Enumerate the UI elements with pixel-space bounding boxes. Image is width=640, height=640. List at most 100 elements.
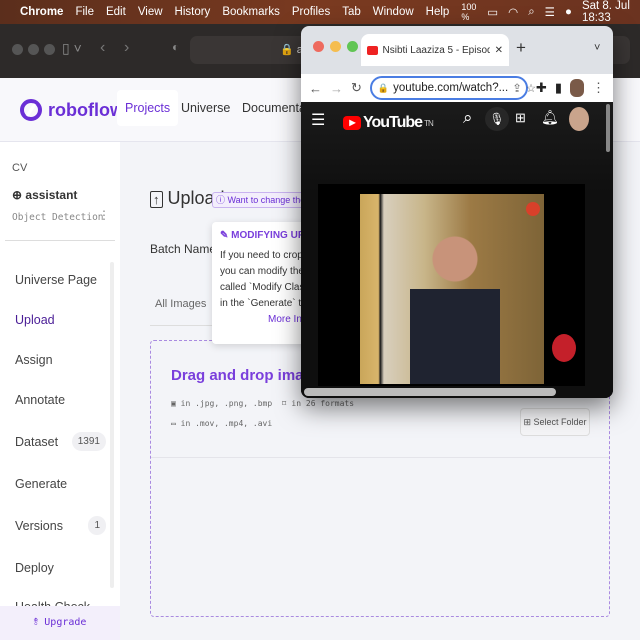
wifi-icon[interactable]: ◠ xyxy=(508,5,518,19)
sidebar-item-annotate[interactable]: Annotate xyxy=(15,393,65,407)
video-formats: ▭ in .mov, .mp4, .avi xyxy=(171,419,273,428)
tooltip-line: in the `Generate` tab. xyxy=(220,298,312,309)
menu-view[interactable]: View xyxy=(138,6,163,18)
search-icon[interactable]: ⌕ xyxy=(463,108,473,128)
menu-bookmarks[interactable]: Bookmarks xyxy=(222,6,280,18)
menu-app[interactable]: Chrome xyxy=(20,6,63,18)
sidebar-scrollbar[interactable] xyxy=(110,262,114,588)
country-code: TN xyxy=(424,118,434,128)
battery-icon[interactable]: ▭ xyxy=(487,5,498,19)
sidebar-toggle-icon[interactable]: ▯ ˅ xyxy=(62,40,82,57)
forward-icon[interactable]: → xyxy=(330,81,343,96)
person-figure xyxy=(410,229,500,384)
account-avatar[interactable] xyxy=(569,107,589,131)
project-menu-icon[interactable]: ⋮ xyxy=(98,208,110,222)
extensions-icon[interactable]: ✚ xyxy=(536,80,547,96)
all-images-label: All Images xyxy=(155,298,207,310)
nav-projects[interactable]: Projects xyxy=(117,90,179,126)
menu-window[interactable]: Window xyxy=(373,6,414,18)
microphone-icon[interactable]: 🎙 xyxy=(485,107,509,131)
logo-text: roboflow xyxy=(48,99,124,120)
dropzone-divider xyxy=(151,457,609,458)
share-icon[interactable]: ⇪ xyxy=(512,81,522,95)
batch-name-label: Batch Name: xyxy=(150,242,220,256)
video-frame xyxy=(360,194,576,384)
url-text: youtube.com/watch?... xyxy=(393,82,509,94)
youtube-play-icon: ▶ xyxy=(343,116,361,130)
dataset-count-badge: 1391 xyxy=(71,432,106,451)
upload-icon: ↑ xyxy=(150,191,163,208)
folder-icon: ⊞ xyxy=(523,417,534,427)
battery-percent: 100 % xyxy=(461,2,477,22)
tooltip-line: called `Modify Classes xyxy=(220,282,312,293)
youtube-page: ☰ ▶ YouTube TN ⌕ 🎙 ⊞ 🔔︎ xyxy=(301,102,613,398)
sidebar-item-dataset[interactable]: Dataset xyxy=(15,435,58,449)
sidebar-item-deploy[interactable]: Deploy xyxy=(15,561,54,575)
spotlight-icon[interactable]: ⌕ xyxy=(528,6,534,19)
side-panel-icon[interactable]: ▮ xyxy=(555,80,562,96)
hamburger-menu-icon[interactable]: ☰ xyxy=(311,110,325,130)
sidebar-item-universe-page[interactable]: Universe Page xyxy=(15,273,97,287)
upgrade-icon: ⥉ xyxy=(33,617,45,628)
menu-tab[interactable]: Tab xyxy=(342,6,361,18)
youtube-logo[interactable]: ▶ YouTube TN xyxy=(343,114,434,132)
versions-count-badge: 1 xyxy=(88,516,106,535)
channel-watermark-icon xyxy=(552,334,576,362)
globe-icon: ⊕ xyxy=(12,188,26,202)
create-video-icon[interactable]: ⊞ xyxy=(515,110,526,126)
roboflow-logo[interactable]: roboflow xyxy=(20,96,124,124)
sidebar-item-assign[interactable]: Assign xyxy=(15,353,53,367)
project-name-text: assistant xyxy=(25,188,78,202)
clock[interactable]: Sat 8. Jul 18:33 xyxy=(582,0,632,24)
back-icon[interactable]: ‹ xyxy=(100,39,105,57)
upgrade-button[interactable]: ⥉ Upgrade xyxy=(0,606,120,640)
page-scrollbar[interactable] xyxy=(606,104,610,152)
sidebar-item-generate[interactable]: Generate xyxy=(15,477,67,491)
more-info-link[interactable]: More Info xyxy=(268,312,310,328)
menu-profiles[interactable]: Profiles xyxy=(292,6,330,18)
close-tab-icon[interactable]: ✕ xyxy=(495,45,503,56)
sidebar: CV ⊕ assistant Object Detection ⋮ Univer… xyxy=(0,142,120,640)
select-folder-button[interactable]: ⊞ Select Folder xyxy=(520,408,590,436)
divider xyxy=(5,240,115,241)
zoom-window-button[interactable] xyxy=(347,41,358,52)
menu-file[interactable]: File xyxy=(75,6,94,18)
image-formats: ▣ in .jpg, .png, .bmp ⌑ in 26 formats xyxy=(171,399,355,408)
sidebar-item-versions[interactable]: Versions xyxy=(15,519,63,533)
chrome-tab-youtube[interactable]: Nsibti Laaziza 5 - Episode 9 عل ✕ xyxy=(361,34,509,66)
reload-icon[interactable]: ↻ xyxy=(351,80,362,96)
select-folder-label: Select Folder xyxy=(533,417,587,427)
new-tab-icon[interactable]: + xyxy=(516,38,526,58)
siri-icon[interactable]: ● xyxy=(565,6,572,18)
notifications-bell-icon[interactable]: 🔔︎ xyxy=(541,109,559,126)
control-center-icon[interactable]: ☰ xyxy=(545,5,555,19)
image-formats-text: in .jpg, .png, .bmp xyxy=(180,399,273,408)
tooltip-title: ✎ MODIFYING UPLO xyxy=(220,228,312,244)
channel-logo-icon xyxy=(526,202,540,216)
video-player[interactable] xyxy=(318,184,585,386)
minimize-window-button[interactable] xyxy=(330,41,341,52)
profile-avatar[interactable] xyxy=(569,79,584,97)
forward-icon[interactable]: › xyxy=(124,39,129,57)
tooltip-line: If you need to crop, res xyxy=(220,250,312,261)
project-name[interactable]: ⊕ assistant xyxy=(12,188,77,202)
chrome-tabbar: Nsibti Laaziza 5 - Episode 9 عل ✕ + ˅ xyxy=(301,26,613,74)
chrome-address-bar[interactable]: 🔒 youtube.com/watch?... ⇪ ☆ xyxy=(369,76,536,100)
close-window-button[interactable] xyxy=(313,41,324,52)
lock-icon: 🔒 xyxy=(377,82,390,93)
shield-icon[interactable]: ◐ xyxy=(172,40,179,54)
change-classes-hint[interactable]: ⓘ Want to change the cla xyxy=(212,192,312,208)
youtube-logo-text: YouTube xyxy=(363,114,423,131)
back-icon[interactable]: ← xyxy=(309,81,322,96)
bookmark-star-icon[interactable]: ☆ xyxy=(526,81,536,95)
menu-edit[interactable]: Edit xyxy=(106,6,126,18)
tab-search-icon[interactable]: ˅ xyxy=(594,42,600,54)
modifying-upload-tooltip: ✎ MODIFYING UPLO If you need to crop, re… xyxy=(212,222,312,344)
sidebar-item-upload[interactable]: Upload xyxy=(15,313,55,327)
nav-universe[interactable]: Universe xyxy=(173,90,238,126)
menu-help[interactable]: Help xyxy=(426,6,450,18)
youtube-favicon-icon xyxy=(367,45,378,55)
chrome-menu-icon[interactable]: ⋮ xyxy=(592,80,605,96)
horizontal-scrollbar[interactable] xyxy=(304,388,556,396)
menu-history[interactable]: History xyxy=(175,6,211,18)
